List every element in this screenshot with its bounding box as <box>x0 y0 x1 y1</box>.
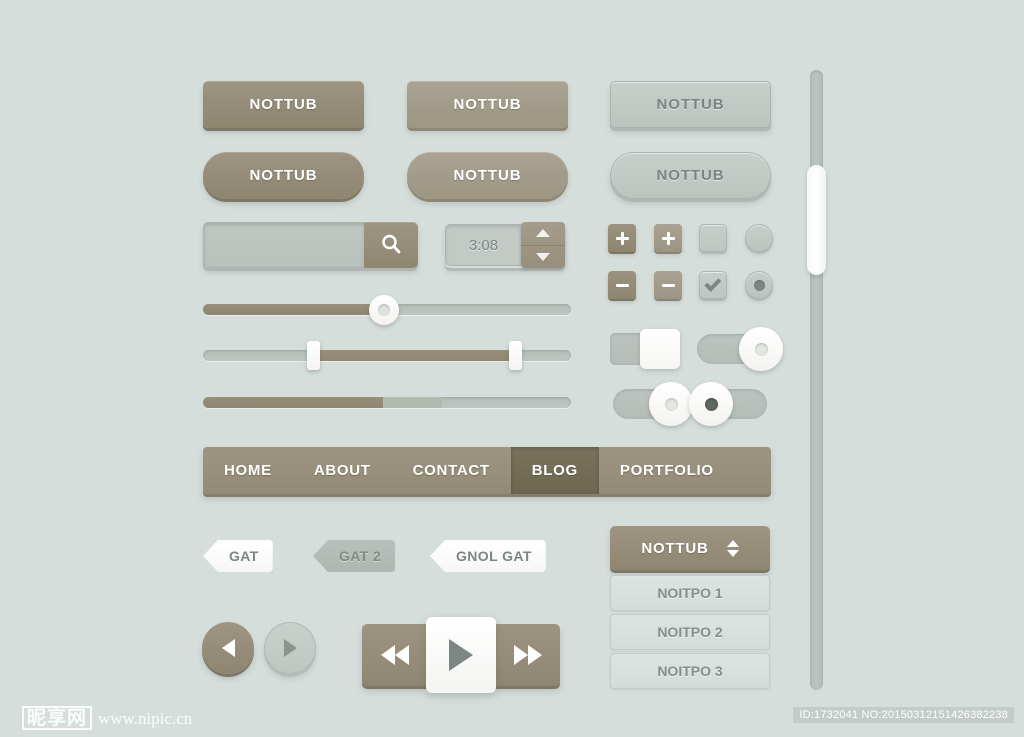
button-rect-gray[interactable]: NOTTUB <box>610 81 771 128</box>
dropdown-option-1-label: NOITPO 1 <box>657 585 723 601</box>
nav-item-contact[interactable]: CONTACT <box>392 447 511 494</box>
button-rect-gray-label: NOTTUB <box>656 96 725 113</box>
vertical-scrollbar-track[interactable] <box>807 70 826 690</box>
tag-gat-label: GAT <box>229 548 259 564</box>
toggle-pill-on-knob[interactable] <box>739 327 783 371</box>
check-icon <box>703 274 721 292</box>
tag-gat-2-label: GAT 2 <box>339 548 382 564</box>
plus-icon <box>661 231 675 245</box>
toggle-square[interactable] <box>610 329 680 369</box>
watermark-site-cn: 昵享网 <box>22 706 93 730</box>
toggle-knob-dot-filled-icon <box>704 397 718 411</box>
radio-selected[interactable] <box>745 271 773 299</box>
search-bar <box>203 222 418 268</box>
button-pill-gray-label: NOTTUB <box>656 167 725 184</box>
slider-fill <box>203 304 384 315</box>
dropdown-option-1[interactable]: NOITPO 1 <box>610 575 770 611</box>
play-button[interactable] <box>426 617 496 693</box>
triangle-up-icon <box>536 229 550 238</box>
dropdown-option-3-label: NOITPO 3 <box>657 663 723 679</box>
search-icon <box>380 233 402 258</box>
nav-item-portfolio[interactable]: PORTFOLIO <box>599 447 735 494</box>
slider-handle[interactable] <box>369 295 399 325</box>
nav-item-label: CONTACT <box>412 462 490 479</box>
toggle-pill-off-knob[interactable] <box>649 382 693 426</box>
nav-item-about[interactable]: ABOUT <box>293 447 392 494</box>
next-icon <box>283 639 297 657</box>
search-button[interactable] <box>364 222 418 268</box>
button-rect-light[interactable]: NOTTUB <box>407 81 568 128</box>
tag-gat-2[interactable]: GAT 2 <box>313 540 396 572</box>
radio-dot-icon <box>753 279 765 291</box>
plus-button-dark[interactable] <box>608 224 636 252</box>
tag-gnol-gat-label: GNOL GAT <box>456 548 532 564</box>
nav-item-label: ABOUT <box>313 462 371 479</box>
nav-item-home[interactable]: HOME <box>203 447 293 494</box>
watermark-id: ID:1732041 NO:20150312151426382238 <box>793 707 1014 723</box>
button-rect-dark[interactable]: NOTTUB <box>203 81 364 128</box>
ui-kit-canvas: NOTTUB NOTTUB NOTTUB NOTTUB NOTTUB NOTTU… <box>0 0 1024 737</box>
dropdown-option-2[interactable]: NOITPO 2 <box>610 614 770 650</box>
rewind-button[interactable] <box>362 624 427 686</box>
fast-forward-button[interactable] <box>495 624 560 686</box>
watermark-logo: 昵享网 www.nipic.cn <box>22 706 192 730</box>
minus-icon <box>615 279 629 292</box>
progress-fill <box>203 397 384 408</box>
nav-item-label: BLOG <box>531 462 578 479</box>
watermark-site-url: www.nipic.cn <box>98 709 193 728</box>
toggle-pill-filled-knob[interactable] <box>689 382 733 426</box>
button-rect-light-label: NOTTUB <box>453 96 522 113</box>
toggle-pill-filled[interactable] <box>689 382 767 426</box>
minus-icon <box>661 279 675 292</box>
time-spinner: 3:08 <box>445 222 565 268</box>
button-pill-light-label: NOTTUB <box>453 167 522 184</box>
time-decrement-button[interactable] <box>521 244 565 269</box>
previous-circle-button[interactable] <box>202 622 254 674</box>
toggle-pill-off[interactable] <box>613 382 693 426</box>
checkbox-checked[interactable] <box>699 271 727 299</box>
time-value[interactable]: 3:08 <box>445 224 521 266</box>
nav-item-label: HOME <box>224 462 272 479</box>
fast-forward-icon <box>513 645 542 665</box>
slider-range-fill <box>313 350 516 361</box>
button-pill-dark-label: NOTTUB <box>249 167 318 184</box>
time-spinner-arrows <box>521 222 565 268</box>
tag-gnol-gat[interactable]: GNOL GAT <box>430 540 546 572</box>
time-increment-button[interactable] <box>521 222 565 245</box>
plus-button-light[interactable] <box>654 224 682 252</box>
rewind-icon <box>380 645 409 665</box>
chevron-updown-icon <box>726 539 739 557</box>
toggle-pill-on[interactable] <box>697 327 783 371</box>
dropdown-selected-label: NOTTUB <box>641 539 709 557</box>
search-input[interactable] <box>203 222 364 268</box>
nav-item-blog[interactable]: BLOG <box>510 447 599 494</box>
toggle-square-knob[interactable] <box>640 329 680 369</box>
button-rect-dark-label: NOTTUB <box>249 96 318 113</box>
toggle-knob-dot-icon <box>754 342 768 356</box>
minus-button-dark[interactable] <box>608 271 636 299</box>
minus-button-light[interactable] <box>654 271 682 299</box>
next-circle-button[interactable] <box>264 622 316 674</box>
progress-bar[interactable] <box>203 397 571 408</box>
transport-controls <box>362 617 560 693</box>
play-icon <box>449 639 473 671</box>
button-pill-dark[interactable]: NOTTUB <box>203 152 364 199</box>
dropdown-header[interactable]: NOTTUB <box>610 526 770 570</box>
slider-range-handle-end[interactable] <box>509 341 522 370</box>
toggle-knob-dot-icon <box>664 397 678 411</box>
button-pill-light[interactable]: NOTTUB <box>407 152 568 199</box>
plus-icon <box>615 231 629 245</box>
slider-range-handle-start[interactable] <box>307 341 320 370</box>
triangle-down-icon <box>536 252 550 261</box>
dropdown-option-3[interactable]: NOITPO 3 <box>610 653 770 689</box>
button-pill-gray[interactable]: NOTTUB <box>610 152 771 199</box>
dropdown-option-2-label: NOITPO 2 <box>657 624 723 640</box>
radio-empty[interactable] <box>745 224 773 252</box>
vertical-scrollbar-thumb[interactable] <box>807 165 826 275</box>
tag-gat[interactable]: GAT <box>203 540 273 572</box>
checkbox-unchecked[interactable] <box>699 224 727 252</box>
navbar: HOME ABOUT CONTACT BLOG PORTFOLIO <box>203 447 771 494</box>
nav-item-label: PORTFOLIO <box>619 462 714 479</box>
previous-icon <box>221 639 235 657</box>
